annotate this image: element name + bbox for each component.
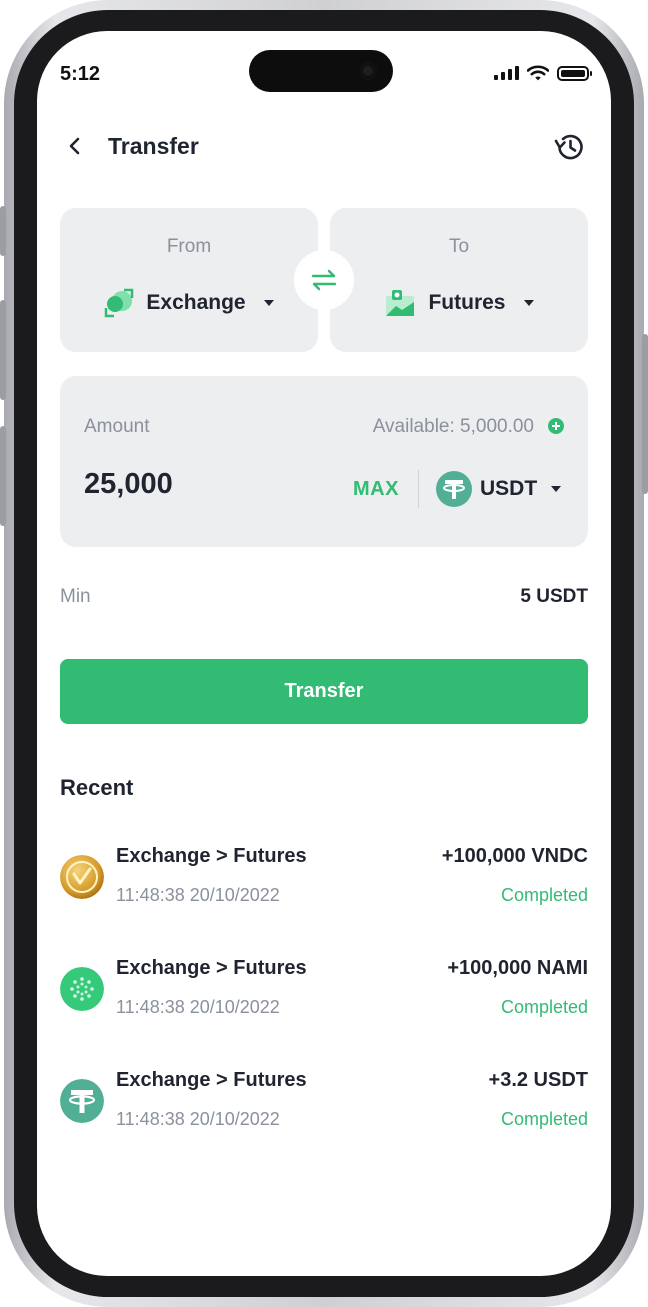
nami-coin-icon — [60, 967, 104, 1011]
recent-route: Exchange > Futures — [116, 845, 307, 867]
dynamic-island — [249, 50, 393, 92]
recent-transaction-item[interactable]: Exchange > Futures 11:48:38 20/10/2022 +… — [60, 1069, 588, 1139]
to-wallet-name: Futures — [428, 291, 506, 314]
from-wallet-card: From Exchange — [60, 208, 318, 352]
caret-down-icon — [263, 300, 274, 306]
from-wallet-select[interactable]: Exchange — [60, 288, 318, 318]
page-title: Transfer — [108, 133, 199, 159]
to-label: To — [448, 236, 470, 257]
history-button[interactable] — [553, 130, 587, 164]
recent-title: Recent — [60, 775, 134, 800]
to-wallet-card: To Futures — [330, 208, 588, 352]
min-value: 5 USDT — [520, 586, 588, 607]
usdt-coin-icon — [60, 1079, 104, 1123]
status-icons — [494, 65, 592, 81]
transfer-button[interactable]: Transfer — [60, 659, 588, 724]
to-wallet-select[interactable]: Futures — [330, 288, 588, 318]
recent-status: Completed — [500, 885, 588, 905]
history-icon — [554, 134, 583, 160]
futures-wallet-icon — [386, 290, 415, 316]
swap-button[interactable] — [294, 250, 354, 310]
amount-label: Amount — [84, 416, 150, 437]
recent-time: 11:48:38 20/10/2022 — [116, 1109, 280, 1129]
min-label: Min — [60, 586, 91, 607]
volume-up-button — [0, 300, 6, 400]
volume-down-button — [0, 426, 6, 526]
max-button[interactable]: MAX — [353, 478, 399, 501]
caret-down-icon — [551, 486, 562, 492]
recent-route: Exchange > Futures — [116, 1069, 307, 1091]
recent-status: Completed — [500, 997, 588, 1017]
vndc-coin-icon — [60, 855, 104, 899]
power-button — [642, 334, 648, 494]
battery-icon — [557, 65, 592, 81]
recent-time: 11:48:38 20/10/2022 — [116, 997, 280, 1017]
usdt-coin-icon — [436, 471, 472, 507]
coin-name: USDT — [480, 477, 538, 500]
caret-down-icon — [523, 300, 534, 306]
from-wallet-name: Exchange — [146, 291, 246, 314]
camera-icon — [359, 62, 377, 80]
recent-transaction-item[interactable]: Exchange > Futures 11:48:38 20/10/2022 +… — [60, 845, 588, 915]
amount-card: Amount Available: 5,000.00 MAX USDT — [60, 376, 588, 547]
wifi-icon — [527, 65, 549, 81]
coin-select[interactable]: USDT — [436, 471, 562, 507]
recent-status: Completed — [500, 1109, 588, 1129]
status-time: 5:12 — [60, 63, 101, 85]
mute-switch — [0, 206, 6, 256]
back-button[interactable] — [65, 131, 87, 161]
recent-amount: +100,000 NAMI — [447, 957, 588, 979]
screen: 5:12 Transfer From Exchange To Futures A… — [37, 31, 611, 1276]
from-label: From — [166, 236, 212, 257]
recent-transaction-item[interactable]: Exchange > Futures 11:48:38 20/10/2022 +… — [60, 957, 588, 1027]
available-balance: Available: 5,000.00 — [372, 416, 534, 437]
divider — [418, 470, 419, 508]
chevron-left-icon — [69, 137, 80, 155]
recent-time: 11:48:38 20/10/2022 — [116, 885, 280, 905]
add-funds-button[interactable] — [548, 418, 564, 434]
swap-arrows-icon — [311, 269, 337, 291]
signal-icon — [494, 66, 519, 80]
exchange-wallet-icon — [105, 288, 134, 318]
recent-route: Exchange > Futures — [116, 957, 307, 979]
amount-input[interactable] — [84, 468, 284, 501]
recent-amount: +3.2 USDT — [488, 1069, 588, 1091]
recent-amount: +100,000 VNDC — [441, 845, 588, 867]
